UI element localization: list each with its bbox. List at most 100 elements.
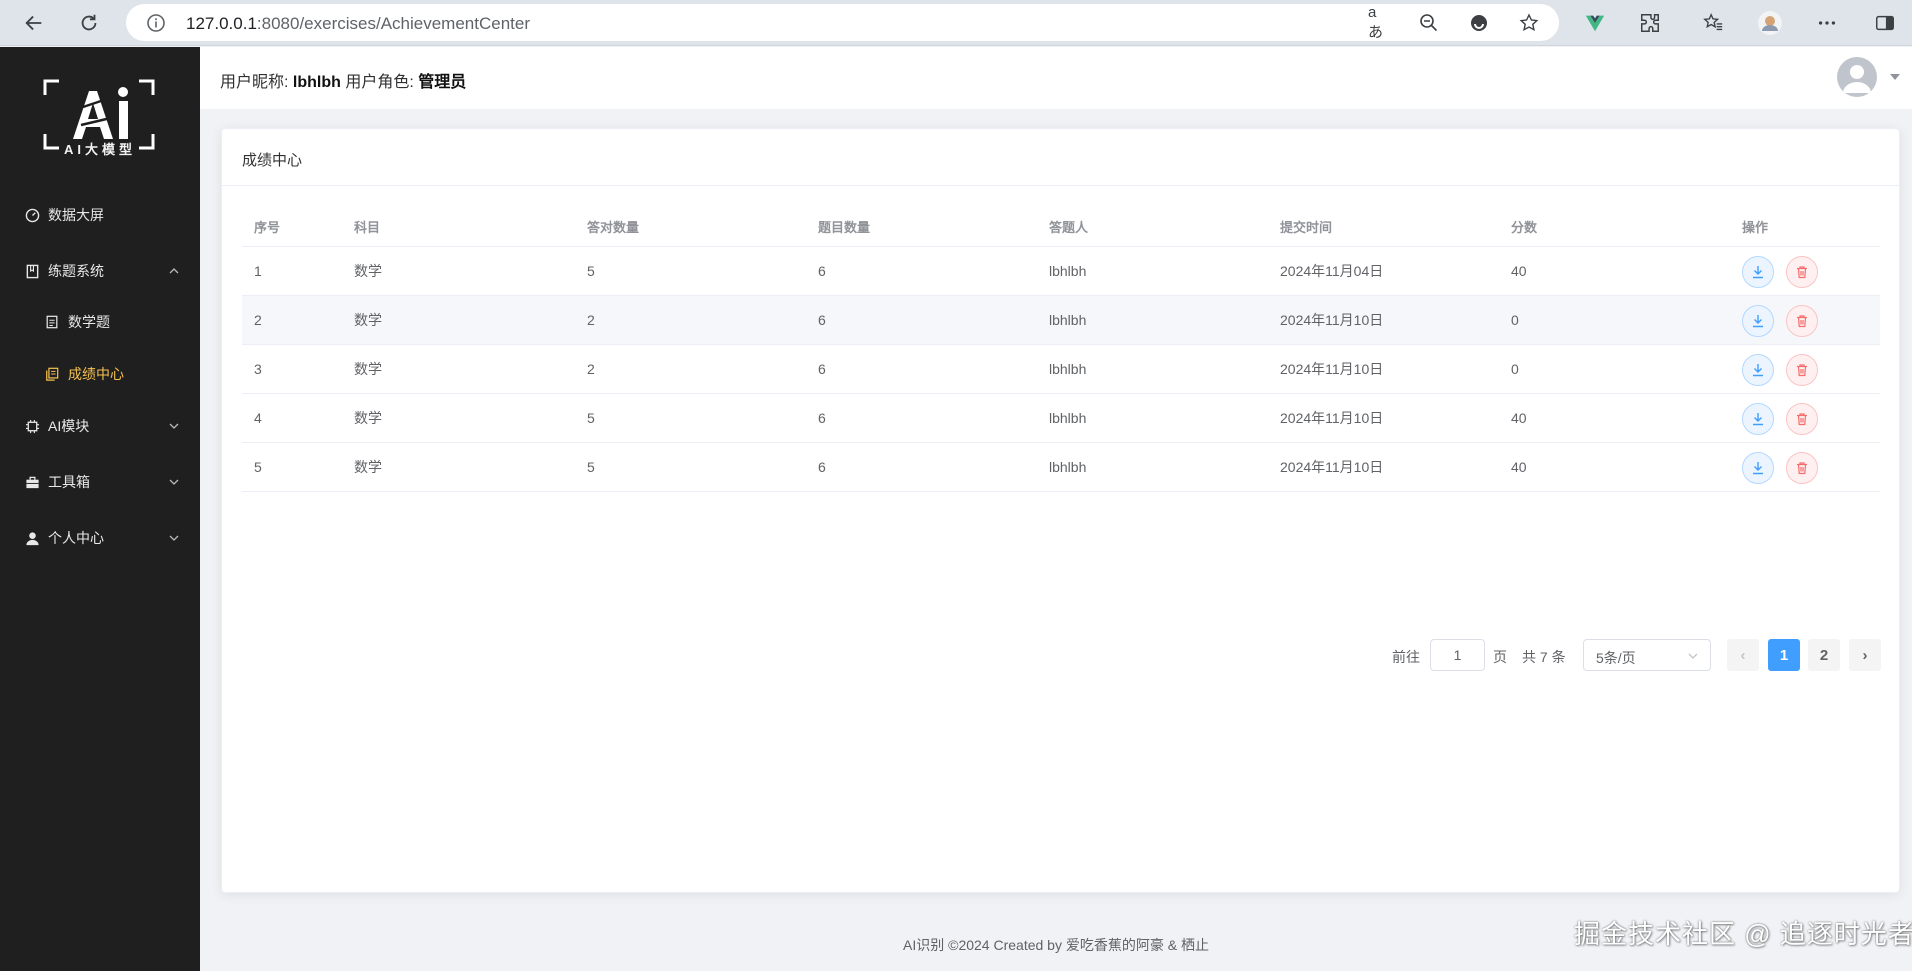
table-row: 3 数学 2 6 lbhlbh 2024年11月10日 0 xyxy=(242,345,1880,394)
download-icon xyxy=(1753,364,1763,377)
cell-score: 40 xyxy=(1511,459,1527,475)
cell-correct: 5 xyxy=(587,410,595,426)
cell-index: 5 xyxy=(254,459,262,475)
document-icon xyxy=(44,314,60,330)
cell-total: 6 xyxy=(818,459,826,475)
dashboard-gauge-icon xyxy=(24,207,40,223)
delete-button[interactable] xyxy=(1786,256,1818,288)
favorite-star-icon[interactable] xyxy=(1518,12,1540,34)
download-button[interactable] xyxy=(1742,256,1774,288)
download-button[interactable] xyxy=(1742,305,1774,337)
table-row: 5 数学 5 6 lbhlbh 2024年11月10日 40 xyxy=(242,443,1880,492)
cell-score: 40 xyxy=(1511,410,1527,426)
column-header: 序号 xyxy=(254,220,281,235)
download-button[interactable] xyxy=(1742,452,1774,484)
vue-devtools-icon[interactable] xyxy=(1582,10,1608,36)
cell-correct: 5 xyxy=(587,459,595,475)
url-text[interactable]: 127.0.0.1:8080/exercises/AchievementCent… xyxy=(186,14,530,34)
chevron-down-icon xyxy=(1688,653,1698,659)
zoom-out-icon[interactable] xyxy=(1418,12,1440,34)
pagination: 前往 1 页 共 7 条 5条/页 ‹ 1 2 › xyxy=(222,639,1899,671)
favorites-icon[interactable] xyxy=(1700,10,1726,36)
cell-subject: 数学 xyxy=(354,263,382,279)
read-aloud-icon[interactable]: aあ xyxy=(1368,4,1390,41)
column-header: 操作 xyxy=(1742,220,1769,235)
card-header: 成绩中心 xyxy=(222,129,1899,186)
logo-text: AI大模型 xyxy=(63,142,136,157)
cell-score: 0 xyxy=(1511,361,1519,377)
sidebar-item-achievement-center[interactable]: 成绩中心 xyxy=(0,354,200,394)
top-header: 用户昵称: lbhlbh 用户角色: 管理员 xyxy=(200,47,1912,109)
caret-down-icon[interactable] xyxy=(1890,74,1900,80)
sidebar-item-label: 个人中心 xyxy=(48,530,104,546)
edge-refresh-icon[interactable] xyxy=(1468,12,1490,34)
cell-answerer: lbhlbh xyxy=(1049,361,1087,377)
cell-total: 6 xyxy=(818,361,826,377)
download-button[interactable] xyxy=(1742,403,1774,435)
page-2-button[interactable]: 2 xyxy=(1808,639,1840,671)
cell-subject: 数学 xyxy=(354,312,382,328)
chevron-down-icon xyxy=(169,423,179,429)
cell-subject: 数学 xyxy=(354,361,382,377)
cell-correct: 2 xyxy=(587,312,595,328)
chevron-up-icon xyxy=(169,268,179,274)
cell-answerer: lbhlbh xyxy=(1049,263,1087,279)
cell-index: 2 xyxy=(254,312,262,328)
column-header: 分数 xyxy=(1511,220,1538,235)
next-page-button[interactable]: › xyxy=(1849,639,1881,671)
cell-submit-time: 2024年11月10日 xyxy=(1280,312,1384,328)
download-button[interactable] xyxy=(1742,354,1774,386)
sidebar-item-dashboard[interactable]: 数据大屏 xyxy=(0,195,200,235)
sidebar: AI大模型 数据大屏 练题系统 数学题 成绩中心 AI模块 工具箱 个人中心 xyxy=(0,47,200,971)
back-button[interactable] xyxy=(17,6,51,40)
avatar[interactable] xyxy=(1837,57,1877,97)
download-icon xyxy=(1753,462,1763,475)
cell-total: 6 xyxy=(818,263,826,279)
sidebar-item-math-questions[interactable]: 数学题 xyxy=(0,302,200,342)
profile-icon[interactable] xyxy=(1757,10,1783,36)
reload-icon xyxy=(81,14,97,31)
cell-total: 6 xyxy=(818,312,826,328)
notebook-icon xyxy=(24,263,40,279)
table-header-row: 序号 科目 答对数量 题目数量 答题人 提交时间 分数 操作 xyxy=(242,207,1880,247)
trash-icon xyxy=(1797,315,1807,328)
page-1-button[interactable]: 1 xyxy=(1768,639,1800,671)
card-title: 成绩中心 xyxy=(242,152,303,169)
prev-page-button[interactable]: ‹ xyxy=(1727,639,1759,671)
role-label: 用户角色: xyxy=(345,74,414,91)
delete-button[interactable] xyxy=(1786,452,1818,484)
address-bar[interactable]: 127.0.0.1:8080/exercises/AchievementCent… xyxy=(126,4,1559,41)
sidebar-item-personal-center[interactable]: 个人中心 xyxy=(0,518,200,558)
more-options-icon[interactable] xyxy=(1814,10,1840,36)
site-info-icon[interactable] xyxy=(146,13,166,33)
extensions-icon[interactable] xyxy=(1637,10,1663,36)
cell-correct: 2 xyxy=(587,361,595,377)
sidebar-item-toolbox[interactable]: 工具箱 xyxy=(0,462,200,502)
avatar-user-icon xyxy=(1843,65,1871,93)
reload-button[interactable] xyxy=(72,6,106,40)
column-header: 科目 xyxy=(354,220,381,235)
goto-page-input[interactable]: 1 xyxy=(1430,639,1485,671)
sidebar-toggle-icon[interactable] xyxy=(1872,10,1898,36)
download-icon xyxy=(1753,266,1763,279)
sidebar-item-label: 工具箱 xyxy=(48,474,90,490)
sidebar-item-label: 数据大屏 xyxy=(48,207,104,223)
cell-score: 0 xyxy=(1511,312,1519,328)
cell-index: 1 xyxy=(254,263,262,279)
scores-table: 序号 科目 答对数量 题目数量 答题人 提交时间 分数 操作 1 数学 5 6 … xyxy=(242,207,1880,492)
cell-answerer: lbhlbh xyxy=(1049,312,1087,328)
sidebar-item-ai-module[interactable]: AI模块 xyxy=(0,406,200,446)
column-header: 答对数量 xyxy=(587,220,640,235)
back-arrow-icon xyxy=(25,15,42,31)
chevron-down-icon xyxy=(169,535,179,541)
column-header: 答题人 xyxy=(1049,220,1089,235)
delete-button[interactable] xyxy=(1786,354,1818,386)
cell-total: 6 xyxy=(818,410,826,426)
delete-button[interactable] xyxy=(1786,403,1818,435)
cell-index: 4 xyxy=(254,410,262,426)
delete-button[interactable] xyxy=(1786,305,1818,337)
total-count: 共 7 条 xyxy=(1522,649,1566,665)
chevron-down-icon xyxy=(169,479,179,485)
page-size-select[interactable]: 5条/页 xyxy=(1583,639,1711,671)
sidebar-item-practice-system[interactable]: 练题系统 xyxy=(0,251,200,291)
